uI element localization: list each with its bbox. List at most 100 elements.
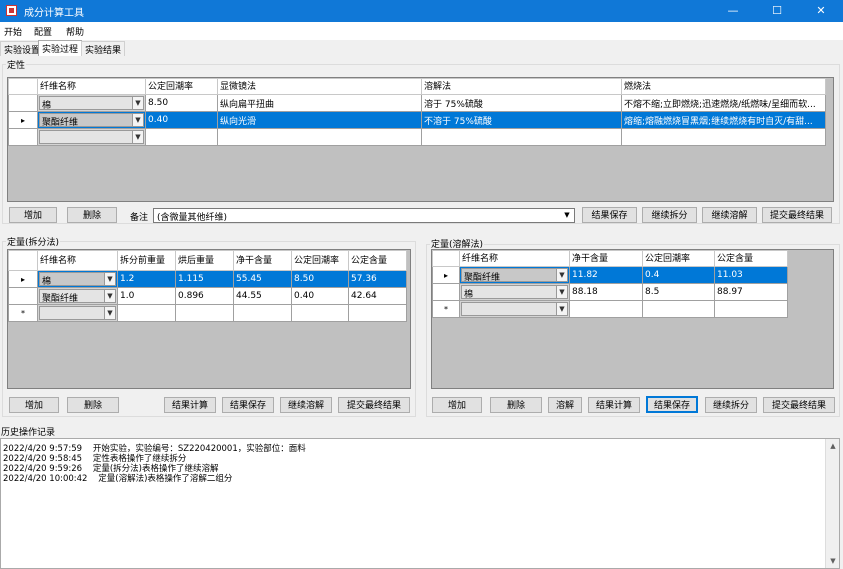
fiber-name-combo[interactable]: ▼ xyxy=(37,304,118,322)
moisture-cell[interactable]: 0.40 xyxy=(291,287,349,305)
chevron-down-icon[interactable]: ▼ xyxy=(561,210,573,221)
moisture-cell[interactable] xyxy=(642,300,715,318)
moisture-cell[interactable]: 8.5 xyxy=(642,283,715,301)
save-result-button[interactable]: 结果保存 xyxy=(582,207,637,223)
col-header-dissolve[interactable]: 溶解法 xyxy=(421,78,622,95)
dissolve-cell[interactable] xyxy=(421,128,622,146)
submit-final-button[interactable]: 提交最终结果 xyxy=(763,397,835,413)
save-result-button[interactable]: 结果保存 xyxy=(646,396,698,413)
official-content-cell[interactable] xyxy=(714,300,788,318)
row-marker[interactable]: ▸ xyxy=(8,111,38,129)
official-content-cell[interactable]: 57.36 xyxy=(348,270,407,288)
chevron-down-icon[interactable]: ▼ xyxy=(556,269,567,281)
row-marker[interactable] xyxy=(8,287,38,305)
net-content-cell[interactable]: 88.18 xyxy=(569,283,643,301)
moisture-cell[interactable]: 8.50 xyxy=(291,270,349,288)
continue-split-button[interactable]: 继续拆分 xyxy=(642,207,697,223)
scroll-up-icon[interactable]: ▲ xyxy=(826,439,840,453)
before-weight-cell[interactable]: 1.0 xyxy=(117,287,176,305)
chevron-down-icon[interactable]: ▼ xyxy=(104,307,115,319)
chevron-down-icon[interactable]: ▼ xyxy=(104,290,115,302)
chevron-down-icon[interactable]: ▼ xyxy=(132,131,143,143)
row-marker[interactable]: ▸ xyxy=(432,266,460,284)
col-header-net-content[interactable]: 净干含量 xyxy=(569,250,643,267)
scroll-down-icon[interactable]: ▼ xyxy=(826,554,840,568)
dried-weight-cell[interactable] xyxy=(175,304,234,322)
tab-experiment-result[interactable]: 实验结果 xyxy=(81,41,126,56)
col-header-official-content[interactable]: 公定含量 xyxy=(348,250,407,271)
add-button[interactable]: 增加 xyxy=(432,397,482,413)
table-row[interactable]: ▼ xyxy=(8,128,826,146)
menu-help[interactable]: 帮助 xyxy=(66,25,84,38)
delete-button[interactable]: 删除 xyxy=(67,207,117,223)
fiber-name-combo[interactable]: ▼ xyxy=(459,300,570,318)
col-header-fiber-name[interactable]: 纤维名称 xyxy=(37,250,118,271)
microscope-cell[interactable]: 纵向扁平扭曲 xyxy=(217,94,422,112)
maximize-button[interactable]: ☐ xyxy=(755,0,799,22)
moisture-cell[interactable]: 8.50 xyxy=(145,94,218,112)
chevron-down-icon[interactable]: ▼ xyxy=(104,273,115,285)
dried-weight-cell[interactable]: 0.896 xyxy=(175,287,234,305)
net-content-cell[interactable]: 55.45 xyxy=(233,270,292,288)
fiber-name-combo[interactable]: 棉 ▼ xyxy=(37,94,146,112)
burn-cell[interactable]: 熔缩;熔融燃烧冒黑烟;继续燃烧有时自灭/有甜... xyxy=(621,111,826,129)
dried-weight-cell[interactable]: 1.115 xyxy=(175,270,234,288)
delete-button[interactable]: 删除 xyxy=(67,397,119,413)
submit-final-button[interactable]: 提交最终结果 xyxy=(762,207,832,223)
table-row[interactable]: ▸ 聚酯纤维 ▼ 0.40 纵向光滑 不溶于 75%硫酸 熔缩;熔融燃烧冒黑烟;继… xyxy=(8,111,826,129)
col-header-burn[interactable]: 燃烧法 xyxy=(621,78,826,95)
row-marker[interactable]: * xyxy=(8,304,38,322)
moisture-cell[interactable]: 0.4 xyxy=(642,266,715,284)
official-content-cell[interactable] xyxy=(348,304,407,322)
chevron-down-icon[interactable]: ▼ xyxy=(132,114,143,126)
burn-cell[interactable] xyxy=(621,128,826,146)
fiber-name-combo[interactable]: 聚酯纤维 ▼ xyxy=(459,266,570,284)
note-combo[interactable]: (含微量其他纤维) ▼ xyxy=(153,208,575,223)
add-button[interactable]: 增加 xyxy=(9,397,59,413)
continue-dissolve-button[interactable]: 继续溶解 xyxy=(702,207,757,223)
col-header-net-content[interactable]: 净干含量 xyxy=(233,250,292,271)
menu-config[interactable]: 配置 xyxy=(34,25,52,38)
official-content-cell[interactable]: 11.03 xyxy=(714,266,788,284)
chevron-down-icon[interactable]: ▼ xyxy=(132,97,143,109)
row-marker[interactable] xyxy=(432,283,460,301)
burn-cell[interactable]: 不熔不缩;立即燃烧;迅速燃烧/纸燃味/呈细而软... xyxy=(621,94,826,112)
delete-button[interactable]: 删除 xyxy=(490,397,542,413)
continue-dissolve-button[interactable]: 继续溶解 xyxy=(280,397,332,413)
dissolve-cell[interactable]: 不溶于 75%硫酸 xyxy=(421,111,622,129)
col-header-moisture[interactable]: 公定回潮率 xyxy=(642,250,715,267)
before-weight-cell[interactable] xyxy=(117,304,176,322)
table-row[interactable]: 棉 ▼ 8.50 纵向扁平扭曲 溶于 75%硫酸 不熔不缩;立即燃烧;迅速燃烧/纸… xyxy=(8,94,826,112)
continue-split-button[interactable]: 继续拆分 xyxy=(705,397,757,413)
fiber-name-combo[interactable]: 棉 ▼ xyxy=(37,270,118,288)
table-row[interactable]: 棉 ▼ 88.18 8.5 88.97 xyxy=(432,283,788,301)
microscope-cell[interactable]: 纵向光滑 xyxy=(217,111,422,129)
net-content-cell[interactable] xyxy=(569,300,643,318)
col-header-fiber-name[interactable]: 纤维名称 xyxy=(459,250,570,267)
calc-result-button[interactable]: 结果计算 xyxy=(588,397,640,413)
col-header-microscope[interactable]: 显微镜法 xyxy=(217,78,422,95)
col-header-moisture[interactable]: 公定回潮率 xyxy=(291,250,349,271)
minimize-button[interactable]: — xyxy=(711,0,755,22)
qualitative-grid[interactable]: 纤维名称 公定回潮率 显微镜法 溶解法 燃烧法 棉 ▼ 8.50 纵向扁平扭曲 溶… xyxy=(7,77,834,202)
fiber-name-combo[interactable]: 聚酯纤维 ▼ xyxy=(37,111,146,129)
tab-experiment-process[interactable]: 实验过程 xyxy=(38,40,83,56)
history-scrollbar[interactable]: ▲ ▼ xyxy=(825,439,839,568)
net-content-cell[interactable]: 11.82 xyxy=(569,266,643,284)
dissolve-button[interactable]: 溶解 xyxy=(548,397,582,413)
row-marker[interactable]: * xyxy=(432,300,460,318)
row-marker[interactable] xyxy=(8,128,38,146)
dissolve-grid[interactable]: 纤维名称 净干含量 公定回潮率 公定含量 ▸ 聚酯纤维 ▼ 11.82 0.4 1… xyxy=(431,249,834,389)
col-header-dried-weight[interactable]: 烘后重量 xyxy=(175,250,234,271)
submit-final-button[interactable]: 提交最终结果 xyxy=(338,397,410,413)
moisture-cell[interactable] xyxy=(291,304,349,322)
dissolve-cell[interactable]: 溶于 75%硫酸 xyxy=(421,94,622,112)
moisture-cell[interactable] xyxy=(145,128,218,146)
moisture-cell[interactable]: 0.40 xyxy=(145,111,218,129)
table-row[interactable]: * ▼ xyxy=(8,304,407,322)
net-content-cell[interactable] xyxy=(233,304,292,322)
row-marker[interactable] xyxy=(8,94,38,112)
before-weight-cell[interactable]: 1.2 xyxy=(117,270,176,288)
chevron-down-icon[interactable]: ▼ xyxy=(556,286,567,298)
close-button[interactable]: ✕ xyxy=(799,0,843,22)
